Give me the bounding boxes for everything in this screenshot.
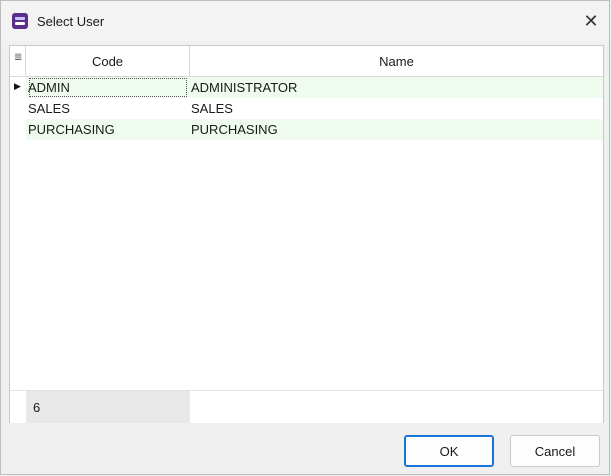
column-chooser-icon: ≣ bbox=[14, 52, 23, 63]
row-count-summary: 6 bbox=[26, 391, 190, 423]
close-button[interactable]: ✕ bbox=[573, 1, 609, 41]
cell-name[interactable]: PURCHASING bbox=[191, 119, 599, 140]
cancel-button[interactable]: Cancel bbox=[510, 435, 600, 467]
cell-name[interactable]: SALES bbox=[191, 98, 599, 119]
cell-name[interactable]: ADMINISTRATOR bbox=[191, 77, 599, 98]
cell-code[interactable]: SALES bbox=[28, 98, 188, 119]
column-header-name[interactable]: Name bbox=[190, 46, 603, 76]
column-header-code[interactable]: Code bbox=[26, 46, 190, 76]
ok-button[interactable]: OK bbox=[404, 435, 494, 467]
cell-code[interactable]: ADMIN bbox=[28, 77, 188, 98]
cell-code[interactable]: PURCHASING bbox=[28, 119, 188, 140]
app-icon bbox=[12, 13, 28, 29]
current-row-arrow-icon: ▶ bbox=[14, 81, 21, 91]
row-count-value: 6 bbox=[33, 400, 41, 415]
users-grid[interactable]: ≣ Code Name ▶ ADMIN ADMINISTRATOR SALES … bbox=[9, 45, 604, 423]
column-chooser-button[interactable]: ≣ bbox=[10, 46, 26, 76]
row-indicator bbox=[10, 98, 26, 119]
close-icon: ✕ bbox=[583, 10, 599, 31]
table-row[interactable]: PURCHASING PURCHASING bbox=[10, 119, 603, 140]
row-indicator bbox=[10, 119, 26, 140]
row-indicator: ▶ bbox=[10, 77, 26, 98]
title-bar: Select User ✕ bbox=[1, 1, 609, 41]
table-row[interactable]: SALES SALES bbox=[10, 98, 603, 119]
grid-header: ≣ Code Name bbox=[10, 46, 603, 77]
grid-footer: 6 bbox=[10, 390, 603, 423]
table-row[interactable]: ▶ ADMIN ADMINISTRATOR bbox=[10, 77, 603, 98]
select-user-dialog: Select User ✕ ≣ Code Name ▶ ADMIN ADMINI… bbox=[0, 0, 610, 475]
dialog-title: Select User bbox=[37, 14, 105, 29]
